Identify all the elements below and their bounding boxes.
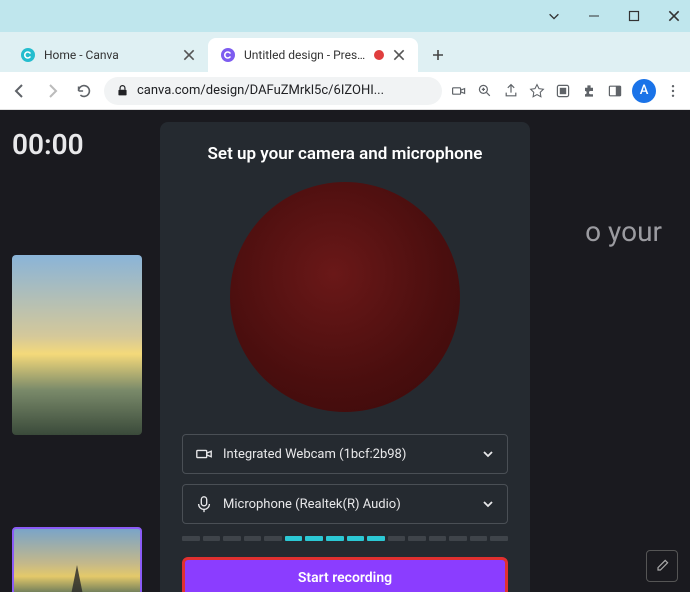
microphone-dropdown[interactable]: Microphone (Realtek(R) Audio) [182,484,508,524]
vu-segment [388,536,406,541]
start-recording-label: Start recording [298,570,392,586]
camera-indicator-icon[interactable] [450,82,468,100]
back-button[interactable] [8,79,32,103]
vu-segment [490,536,508,541]
vu-segment [408,536,426,541]
maximize-button[interactable] [626,8,642,24]
lock-icon [116,84,129,97]
close-icon[interactable] [392,48,406,62]
camera-preview [230,182,460,412]
vu-segment [285,536,303,541]
vu-segment [182,536,200,541]
vu-segment [470,536,488,541]
close-icon[interactable] [182,48,196,62]
share-icon[interactable] [502,82,520,100]
minimize-button[interactable] [586,8,602,24]
tab-untitled-design[interactable]: Untitled design - Presen [208,38,418,72]
vu-segment [244,536,262,541]
tab-home-canva[interactable]: Home - Canva [8,38,208,72]
address-bar: canva.com/design/DAFuZMrkl5c/6IZOHI... A [0,72,690,110]
url-input[interactable]: canva.com/design/DAFuZMrkl5c/6IZOHI... [104,77,442,105]
camera-label: Integrated Webcam (1bcf:2b98) [223,447,471,462]
camera-dropdown[interactable]: Integrated Webcam (1bcf:2b98) [182,434,508,474]
new-tab-button[interactable] [424,41,452,69]
chevron-down-icon[interactable] [546,8,562,24]
slide-thumbnail-1[interactable] [12,255,142,435]
profile-avatar[interactable]: A [632,79,656,103]
vu-segment [367,536,385,541]
slide-text-fragment: o your [585,215,662,248]
vu-segment [264,536,282,541]
vu-segment [326,536,344,541]
setup-recording-modal: Set up your camera and microphone Integr… [160,122,530,592]
vu-segment [429,536,447,541]
microphone-label: Microphone (Realtek(R) Audio) [223,497,471,512]
url-text: canva.com/design/DAFuZMrkl5c/6IZOHI... [137,83,430,98]
microphone-icon [195,495,213,513]
vu-segment [223,536,241,541]
chevron-down-icon [481,497,495,511]
recording-indicator-icon [374,50,384,60]
tab-title: Home - Canva [44,48,174,62]
vu-segment [305,536,323,541]
menu-icon[interactable] [664,82,682,100]
bookmark-icon[interactable] [528,82,546,100]
slide-thumbnail-image [67,565,87,592]
audio-level-meter [182,536,508,541]
window-titlebar [0,0,690,32]
reading-list-icon[interactable] [554,82,572,100]
page-content: 00:00 o your Set up your camera and micr… [0,110,690,592]
tab-title: Untitled design - Presen [244,48,366,62]
canva-favicon-icon [20,47,36,63]
canva-favicon-icon [220,47,236,63]
vu-segment [203,536,221,541]
extensions-icon[interactable] [580,82,598,100]
edit-button[interactable] [646,550,678,582]
reload-button[interactable] [72,79,96,103]
chevron-down-icon [481,447,495,461]
vu-segment [347,536,365,541]
vu-segment [449,536,467,541]
recording-timer: 00:00 [12,128,84,161]
forward-button[interactable] [40,79,64,103]
close-window-button[interactable] [666,8,682,24]
start-recording-button[interactable]: Start recording [182,557,508,592]
tab-strip: Home - Canva Untitled design - Presen [0,32,690,72]
side-panel-icon[interactable] [606,82,624,100]
zoom-icon[interactable] [476,82,494,100]
modal-title: Set up your camera and microphone [182,144,508,164]
camera-icon [195,445,213,463]
slide-thumbnail-2[interactable] [12,527,142,592]
